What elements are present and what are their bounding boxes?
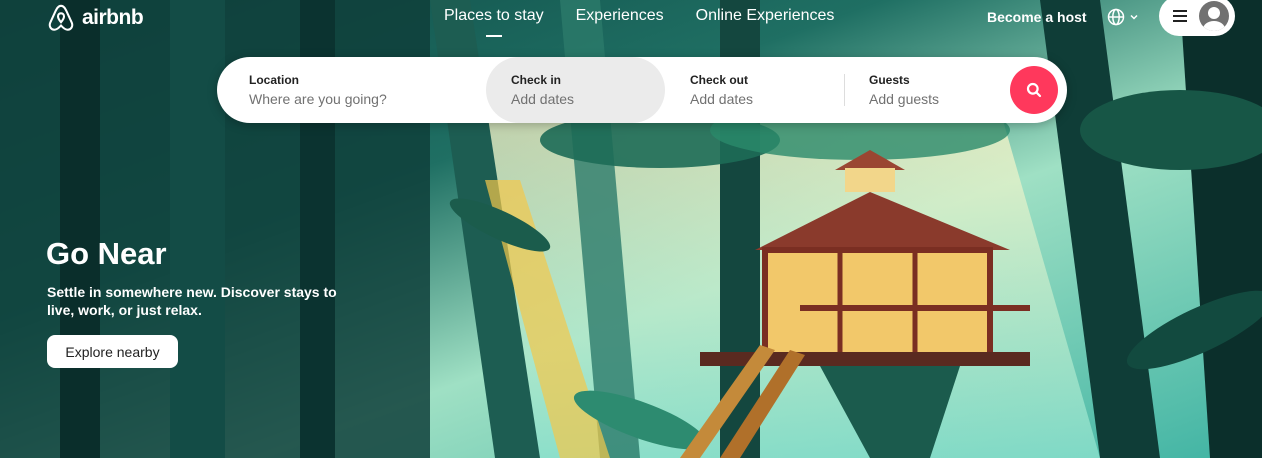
guests-field[interactable]: Guests Add guests (844, 57, 1004, 123)
hamburger-icon (1173, 10, 1187, 22)
hero-title: Go Near (46, 236, 167, 271)
guests-value: Add guests (869, 91, 940, 107)
check-out-label: Check out (690, 73, 749, 87)
hero-subtitle: Settle in somewhere new. Discover stays … (47, 284, 337, 318)
airbnb-wordmark: airbnb (82, 6, 144, 29)
check-out-field[interactable]: Check out Add dates (665, 57, 845, 123)
explore-nearby-button[interactable]: Explore nearby (47, 335, 178, 368)
language-button[interactable] (1107, 8, 1139, 26)
check-in-value: Add dates (511, 91, 575, 107)
location-input[interactable]: Where are you going? (249, 91, 487, 107)
chevron-down-icon (1130, 14, 1138, 20)
nav-experiences[interactable]: Experiences (576, 7, 664, 25)
check-in-field[interactable]: Check in Add dates (486, 57, 665, 123)
location-label: Location (249, 73, 299, 87)
nav-places-to-stay[interactable]: Places to stay (444, 7, 544, 37)
search-icon (1026, 82, 1042, 98)
profile-menu-button[interactable] (1159, 0, 1235, 36)
search-button[interactable] (1010, 66, 1058, 114)
airbnb-logo-icon (48, 4, 74, 31)
main-nav: Places to stay Experiences Online Experi… (444, 7, 835, 37)
top-header: airbnb Places to stay Experiences Online… (0, 0, 1262, 40)
check-out-value: Add dates (690, 91, 754, 107)
guests-label: Guests (869, 73, 910, 87)
nav-online-experiences[interactable]: Online Experiences (696, 7, 835, 25)
search-bar: Location Where are you going? Check in A… (217, 57, 1067, 123)
user-avatar-icon (1199, 1, 1229, 31)
become-a-host-link[interactable]: Become a host (987, 9, 1087, 25)
location-field[interactable]: Location Where are you going? (217, 57, 487, 123)
check-in-label: Check in (511, 73, 562, 87)
airbnb-logo[interactable]: airbnb (46, 3, 144, 33)
globe-icon (1107, 8, 1125, 26)
